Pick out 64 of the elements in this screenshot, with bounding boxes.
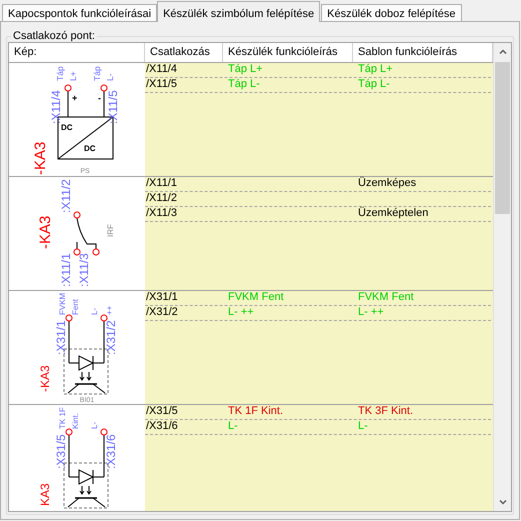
template-function-cell-text: L- [357,420,369,434]
chevron-up-icon [498,49,506,54]
terminal-cell-text: /X11/5 [145,78,178,92]
template-function-cell-text: Táp L- [357,78,391,92]
column-header[interactable]: Csatlakozás [145,43,223,62]
device-label: -KA3 [37,216,54,249]
pin-label: L- [90,308,99,315]
pin-label: Kint. [71,412,80,429]
terminal-label: :X11/1 [59,253,73,287]
template-function-cell-text: TK 3F Kint. [357,405,414,419]
device-label: -KA3 [32,142,49,175]
device-function-cell-text: Táp L- [227,78,261,92]
terminal-label: :X11/5 [106,90,120,124]
switch-drawing [74,212,100,256]
polarity-sign: - [98,93,101,103]
device-label: -KA3 [38,365,52,392]
pin-label: L+ [68,71,78,81]
terminal-cell-text: /X11/4 [145,63,178,77]
device-function-cell-text: TK 1F Kint. [227,405,284,419]
pin-label: L- [90,422,99,429]
device-label: KA3 [38,483,52,506]
terminal-label: :X11/4 [49,90,63,124]
template-function-cell-text: Üzemképes [357,177,418,191]
terminal-cell-text: /X11/1 [145,177,178,191]
pin-label: ++ [105,306,114,315]
pin-label: FVKM [58,292,67,315]
template-function-cell-text: L- ++ [357,306,385,320]
dc-label: DC [61,123,73,132]
terminal-label: :X31/2 [104,320,118,355]
template-function-cell-text: Táp L+ [357,63,394,77]
pin-label: TK 1F [58,407,67,429]
device-function-cell-text: L- ++ [227,306,255,320]
terminal-cell-text: /X11/3 [145,207,178,221]
terminal-label: :X31/6 [104,434,118,469]
scrollbar[interactable] [493,43,511,511]
terminal-label: :X31/5 [54,434,68,469]
group-title: Csatlakozó pont: [12,30,96,42]
template-function-cell-text: FVKM Fent [357,291,415,305]
template-function-cell-text: Üzemképtelen [357,207,430,221]
pin-label: L- [105,73,115,81]
chevron-down-icon [498,500,506,505]
column-header[interactable]: Készülék funkcióleírás [223,43,353,62]
terminal-cell-text: /X31/2 [145,306,179,320]
terminal-cell-text: /X11/2 [145,192,178,206]
terminal-cell-text: /X31/6 [145,420,179,434]
tab[interactable]: Kapocspontok funkcióleírásai [2,4,158,21]
tab[interactable]: Készülék doboz felépítése [321,4,462,21]
dc-label: DC [84,144,96,153]
scrollbar-thumb[interactable] [495,62,510,214]
terminal-label: :X11/3 [77,253,91,287]
pin-label: Fent [71,298,80,315]
column-header[interactable]: Kép: [9,43,145,62]
terminal-cell-text: /X31/5 [145,405,179,419]
device-function-cell-text: FVKM Fent [227,291,285,305]
pin-label: Táp [55,66,65,81]
terminal-label: :X11/2 [59,179,73,213]
device-function-cell-text: Táp L+ [227,63,264,77]
pin-label: Táp [92,66,102,81]
tab[interactable]: Készülék szimbólum felépítése [157,1,320,22]
device-function-cell-text: L- [227,420,239,434]
terminal-cell-text: /X31/1 [145,291,179,305]
terminal-label: :X31/1 [54,320,68,355]
polarity-sign: + [72,93,78,103]
type-label: IRF [106,224,115,237]
